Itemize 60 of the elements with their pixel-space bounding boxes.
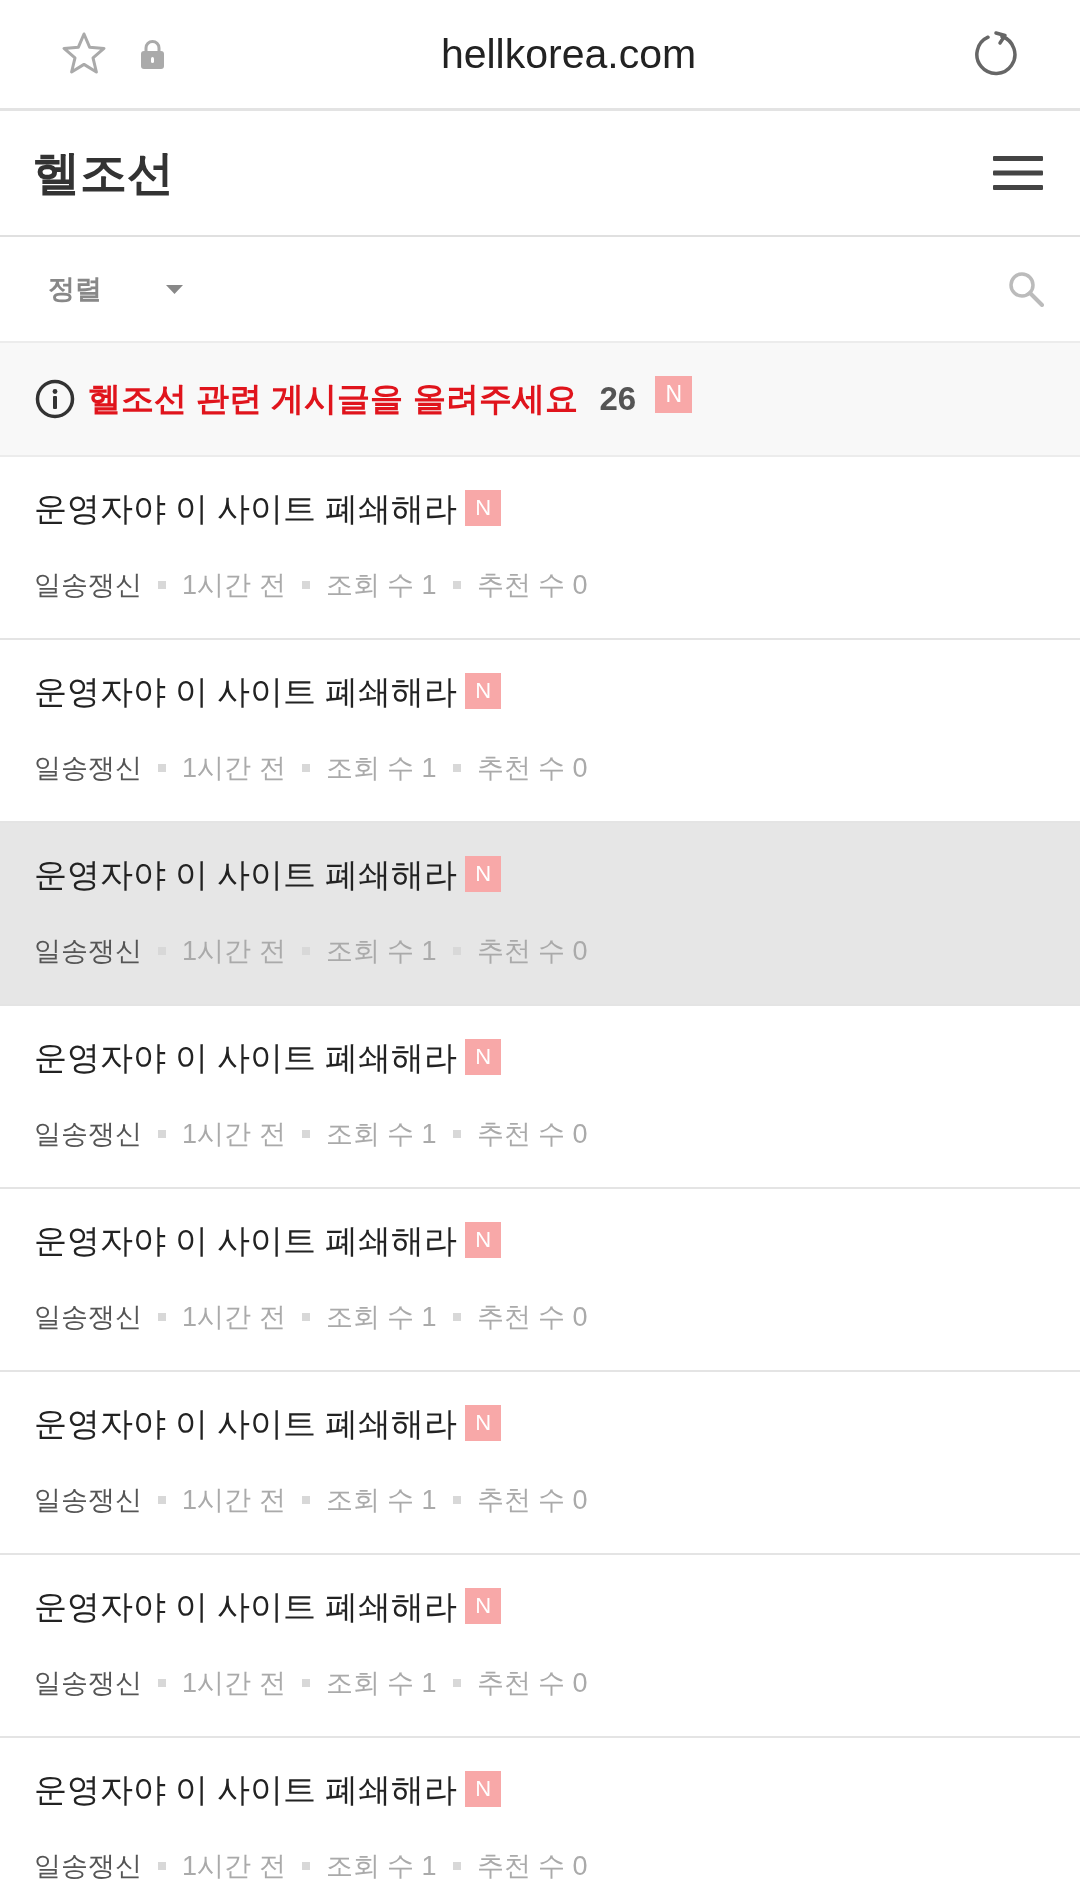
author-name: 일송쟁신 [34, 1850, 142, 1883]
post-title[interactable]: 운영자야 이 사이트 폐쇄해라 [34, 1586, 458, 1630]
new-badge: N [465, 1771, 502, 1807]
author-name: 일송쟁신 [34, 935, 142, 968]
like-count: 추천 수 0 [476, 935, 588, 968]
menu-icon[interactable] [993, 156, 1043, 190]
notice-link[interactable]: 헬조선 관련 게시글을 올려주세요 [88, 376, 578, 422]
post-title[interactable]: 운영자야 이 사이트 폐쇄해라 [34, 671, 458, 715]
reload-icon[interactable] [972, 30, 1020, 78]
lock-icon [140, 39, 165, 69]
sort-dropdown[interactable]: 정렬 [48, 271, 183, 307]
new-badge: N [465, 856, 502, 892]
new-badge: N [655, 375, 693, 413]
new-badge: N [465, 1222, 502, 1258]
like-count: 추천 수 0 [476, 1118, 588, 1151]
view-count: 조회 수 1 [325, 752, 437, 785]
post-time: 1시간 전 [182, 752, 286, 785]
author-name: 일송쟁신 [34, 1667, 142, 1700]
new-badge: N [465, 490, 502, 526]
view-count: 조회 수 1 [325, 1484, 437, 1517]
post-time: 1시간 전 [182, 935, 286, 968]
new-badge: N [465, 1588, 502, 1624]
like-count: 추천 수 0 [476, 569, 588, 602]
like-count: 추천 수 0 [476, 1301, 588, 1334]
new-badge: N [465, 673, 502, 709]
author-name: 일송쟁신 [34, 569, 142, 602]
post-time: 1시간 전 [182, 1850, 286, 1883]
like-count: 추천 수 0 [476, 752, 588, 785]
post-title[interactable]: 운영자야 이 사이트 폐쇄해라 [34, 1403, 458, 1447]
caret-icon [166, 284, 183, 294]
new-badge: N [465, 1039, 502, 1075]
view-count: 조회 수 1 [325, 935, 437, 968]
view-count: 조회 수 1 [325, 1118, 437, 1151]
post-title[interactable]: 운영자야 이 사이트 폐쇄해라 [34, 488, 458, 532]
post-time: 1시간 전 [182, 1484, 286, 1517]
url-text[interactable]: hellkorea.com [440, 30, 697, 78]
like-count: 추천 수 0 [476, 1484, 588, 1517]
view-count: 조회 수 1 [325, 1667, 437, 1700]
post-time: 1시간 전 [182, 1118, 286, 1151]
like-count: 추천 수 0 [476, 1667, 588, 1700]
view-count: 조회 수 1 [325, 1850, 437, 1883]
post-title[interactable]: 운영자야 이 사이트 폐쇄해라 [34, 854, 458, 898]
info-icon [35, 379, 75, 419]
post-title[interactable]: 운영자야 이 사이트 폐쇄해라 [34, 1037, 458, 1081]
post-item[interactable]: 운영자야 이 사이트 폐쇄해라 N 일송쟁신 1시간 전 조회 수 1 추천 수 0 [0, 823, 1080, 1006]
like-count: 추천 수 0 [476, 1850, 588, 1883]
post-time: 1시간 전 [182, 1301, 286, 1334]
view-count: 조회 수 1 [325, 569, 437, 602]
post-title[interactable]: 운영자야 이 사이트 폐쇄해라 [34, 1220, 458, 1264]
view-count: 조회 수 1 [325, 1301, 437, 1334]
post-time: 1시간 전 [182, 569, 286, 602]
comment-count: 26 [599, 380, 637, 418]
site-title[interactable]: 헬조선 [33, 141, 174, 205]
author-name: 일송쟁신 [34, 1301, 142, 1334]
author-name: 일송쟁신 [34, 1118, 142, 1151]
post-title[interactable]: 운영자야 이 사이트 폐쇄해라 [34, 1769, 458, 1813]
post-time: 1시간 전 [182, 1667, 286, 1700]
author-name: 일송쟁신 [34, 1484, 142, 1517]
new-badge: N [465, 1405, 502, 1441]
author-name: 일송쟁신 [34, 752, 142, 785]
